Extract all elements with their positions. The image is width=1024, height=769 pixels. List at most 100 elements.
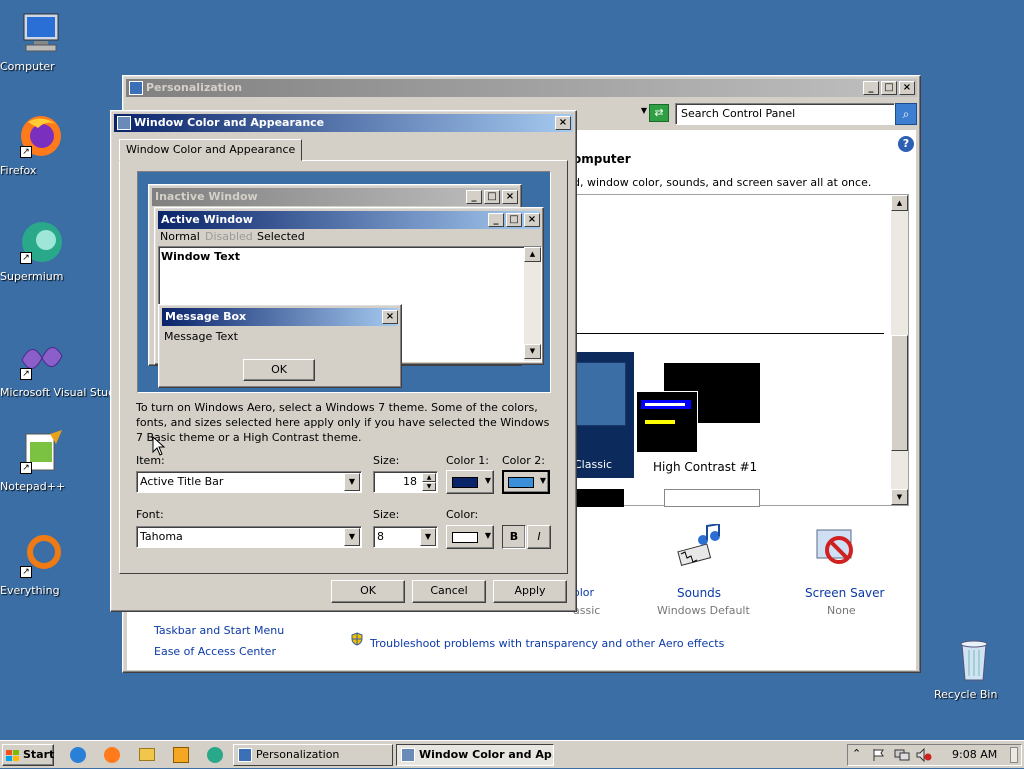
network-icon[interactable] (894, 748, 910, 762)
notepad-plus-icon: ↗ (16, 428, 64, 476)
desktop-icon-firefox[interactable]: ↗ Firefox (0, 112, 80, 177)
sounds-link[interactable]: Sounds (677, 586, 721, 600)
search-input[interactable]: Search Control Panel (675, 103, 895, 125)
italic-toggle[interactable]: I (527, 525, 551, 549)
close-icon: × (524, 213, 540, 227)
refresh-icon[interactable]: ⇄ (649, 104, 669, 122)
chevron-down-icon[interactable]: ▼ (420, 528, 436, 546)
preview-window-text: Window Text (161, 250, 241, 263)
troubleshoot-link[interactable]: Troubleshoot problems with transparency … (370, 637, 724, 650)
spin-up-icon[interactable]: ▲ (422, 473, 436, 482)
item-size-stepper[interactable]: 18 ▲ ▼ (373, 471, 438, 493)
tab-window-color[interactable]: Window Color and Appearance (119, 139, 303, 161)
sounds-icon[interactable] (673, 522, 723, 574)
scroll-thumb[interactable] (891, 335, 908, 451)
appearance-preview: Inactive Window _ □ × Active Window _ □ … (137, 171, 551, 393)
chevron-down-icon[interactable]: ▼ (344, 528, 360, 546)
task-personalization[interactable]: Personalization (233, 744, 393, 766)
theme-list[interactable]: Classic High Contrast #1 ▲ ▼ (573, 194, 909, 507)
shield-icon (350, 632, 364, 646)
scroll-down-icon[interactable]: ▼ (891, 489, 908, 505)
theme-divider (574, 333, 884, 334)
task-window-color[interactable]: Window Color and Ap... (396, 744, 554, 766)
theme-classic[interactable]: Classic (574, 352, 634, 478)
ie-icon[interactable] (70, 747, 86, 763)
desktop-icon-computer[interactable]: Computer (0, 8, 80, 73)
desktop-icon-label: Computer (0, 60, 55, 73)
bold-toggle[interactable]: B (502, 525, 526, 549)
font-size-label: Size: (373, 508, 400, 521)
font-size-select[interactable]: 8 ▼ (373, 526, 438, 548)
show-desktop-button[interactable] (1010, 747, 1018, 763)
supermium-quicklaunch-icon[interactable] (207, 747, 223, 763)
chevron-down-icon: ▼ (484, 531, 491, 540)
firefox-quicklaunch-icon[interactable] (104, 747, 120, 763)
theme-item-partial[interactable] (574, 489, 624, 507)
help-icon[interactable]: ? (898, 136, 914, 152)
theme-label: Classic (574, 458, 613, 471)
color1-label: Color 1: (446, 454, 489, 467)
screen-saver-link[interactable]: Screen Saver (805, 586, 884, 600)
apply-button[interactable]: Apply (493, 580, 567, 603)
firefox-icon: ↗ (16, 112, 64, 160)
item-size-label: Size: (373, 454, 400, 467)
close-button[interactable]: × (899, 81, 915, 95)
dialog-titlebar[interactable]: Window Color and Appearance × (114, 114, 573, 132)
desktop-icon-everything[interactable]: ↗ Everything (0, 532, 80, 597)
preview-scrollbar: ▲ ▼ (524, 247, 541, 361)
theme-scrollbar[interactable]: ▲ ▼ (891, 195, 908, 505)
color2-picker[interactable]: ▼ (502, 470, 550, 494)
desktop-icon-visual-studio[interactable]: ↗ Microsoft Visual Studio 2010 (0, 334, 156, 399)
control-panel-icon (129, 81, 143, 95)
screen-saver-icon[interactable] (813, 526, 857, 570)
desktop-icon-label: Firefox (0, 164, 37, 177)
personalization-titlebar[interactable]: Personalization _ □ × (126, 79, 917, 97)
hc-text (645, 420, 675, 424)
scroll-up-icon[interactable]: ▲ (891, 195, 908, 211)
desktop-icon-label: Everything (0, 584, 60, 597)
search-icon[interactable]: ⌕ (895, 103, 917, 125)
high-contrast-preview-front (636, 391, 698, 453)
theme-item-partial[interactable] (664, 489, 760, 507)
maximize-button[interactable]: □ (881, 81, 897, 95)
color1-swatch (452, 477, 478, 488)
font-label: Font: (136, 508, 164, 521)
desktop-icon-notepad-plus[interactable]: ↗ Notepad++ (0, 428, 80, 493)
ease-of-access-link[interactable]: Ease of Access Center (154, 645, 276, 658)
font-value: Tahoma (140, 530, 183, 543)
font-color-swatch (452, 532, 478, 543)
folder-icon[interactable] (139, 748, 155, 761)
minimize-button[interactable]: _ (863, 81, 879, 95)
chevron-down-icon[interactable]: ▼ (344, 473, 360, 491)
system-tray: ⌃ 9:08 AM (847, 744, 1022, 766)
ok-button[interactable]: OK (331, 580, 405, 603)
preview-ok-label: OK (271, 363, 287, 376)
desktop-icon-recycle-bin[interactable]: Recycle Bin (934, 636, 1014, 701)
cancel-button[interactable]: Cancel (412, 580, 486, 603)
media-player-icon[interactable] (173, 747, 189, 763)
clock[interactable]: 9:08 AM (952, 748, 997, 762)
chevron-up-icon[interactable]: ⌃ (852, 747, 861, 760)
inactive-title-text: Inactive Window (155, 190, 258, 203)
font-color-picker[interactable]: ▼ (446, 525, 494, 549)
font-select[interactable]: Tahoma ▼ (136, 526, 362, 548)
shortcut-arrow-icon: ↗ (20, 462, 32, 474)
item-select[interactable]: Active Title Bar ▼ (136, 471, 362, 493)
control-panel-icon (238, 748, 252, 762)
volume-muted-icon[interactable] (916, 747, 932, 763)
maximize-icon: □ (484, 190, 500, 204)
maximize-icon: □ (506, 213, 522, 227)
flag-icon[interactable] (872, 748, 886, 762)
scroll-up-icon: ▲ (524, 247, 541, 262)
window-color-dialog[interactable]: Window Color and Appearance × Window Col… (110, 110, 577, 612)
close-icon: × (382, 310, 398, 324)
mouse-pointer-icon (152, 435, 166, 456)
start-button[interactable]: Start (2, 744, 54, 766)
msgbox-title-text: Message Box (165, 310, 247, 323)
taskbar-start-menu-link[interactable]: Taskbar and Start Menu (154, 624, 284, 637)
desktop-icon-supermium[interactable]: ↗ Supermium (0, 218, 80, 283)
color2-label: Color 2: (502, 454, 545, 467)
spin-down-icon[interactable]: ▼ (422, 482, 436, 491)
close-button[interactable]: × (555, 116, 571, 130)
color1-picker[interactable]: ▼ (446, 470, 494, 494)
